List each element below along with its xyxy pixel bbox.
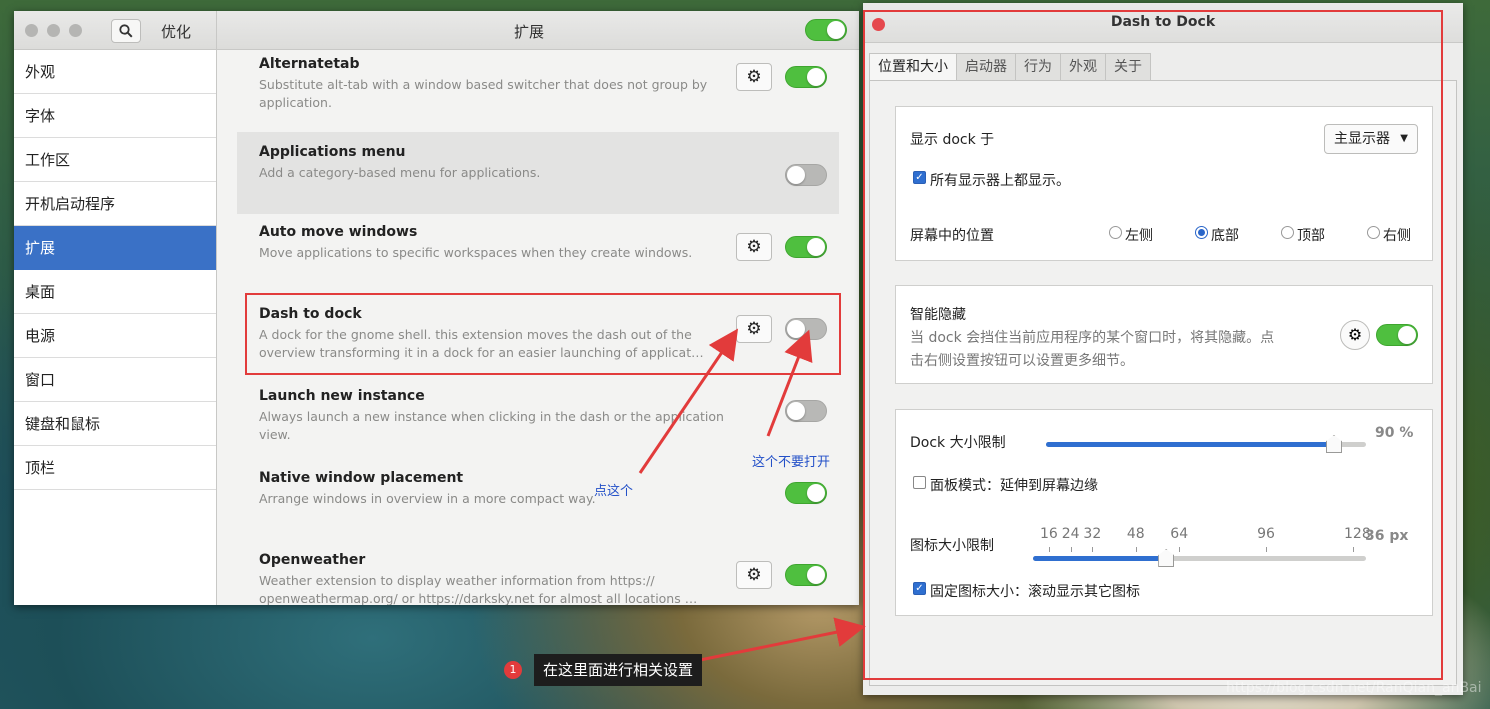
arrow-to-window — [699, 617, 866, 662]
arrow-to-gear — [638, 328, 739, 474]
click-this-note: 点这个 — [594, 484, 634, 499]
step-callout: 1 在这里面进行相关设置 — [504, 654, 703, 686]
step-number-badge: 1 — [504, 661, 522, 679]
watermark: https://blog.csdn.net/RanQian_anBai — [1226, 680, 1482, 696]
do-not-enable-note: 这个不要打开 — [752, 455, 831, 470]
arrow-to-switch — [766, 329, 813, 437]
annotation-arrows — [638, 328, 866, 662]
step-callout-text: 在这里面进行相关设置 — [534, 654, 703, 686]
